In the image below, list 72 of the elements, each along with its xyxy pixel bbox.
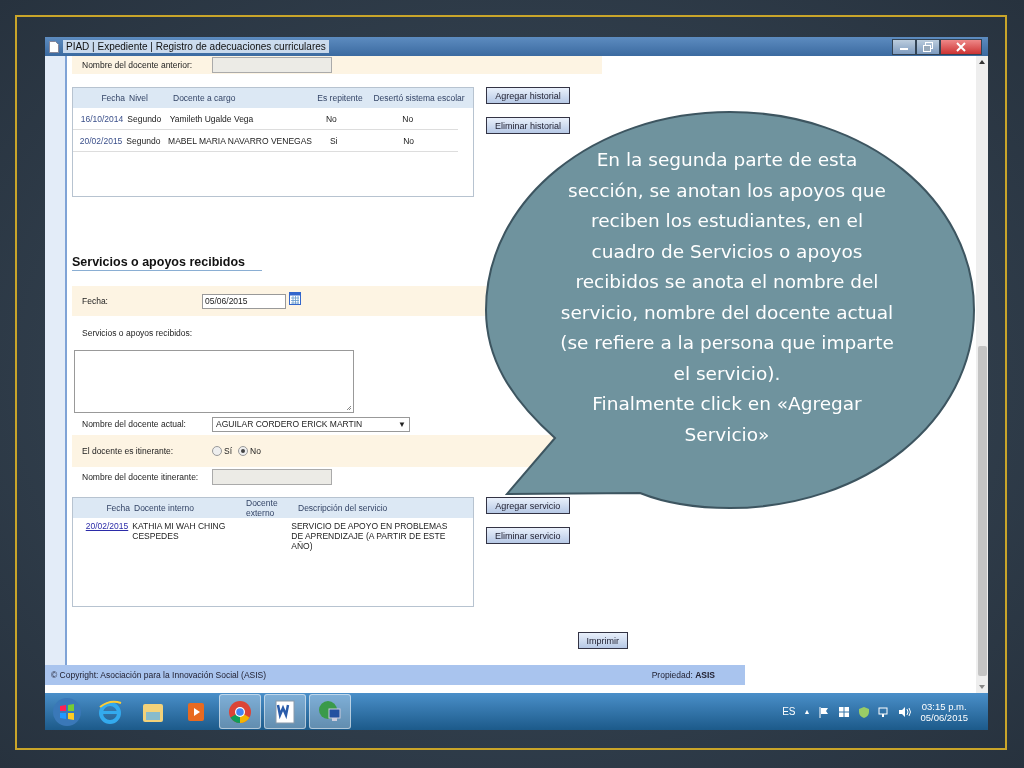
table-cell-text: Segundo xyxy=(127,113,163,124)
table-cell-text: No xyxy=(324,113,338,124)
document-icon xyxy=(49,40,59,53)
callout-text: Finalmente click en «Agregar Servicio» xyxy=(591,392,863,447)
browser-e-icon xyxy=(97,698,123,725)
scrollbar[interactable] xyxy=(976,56,988,693)
table-row[interactable]: 16/10/2014 Segundo Yamileth Ugalde Vega No No xyxy=(73,108,458,130)
media-player-icon xyxy=(185,700,207,723)
language-indicator[interactable]: ES xyxy=(782,706,796,717)
shield-icon[interactable] xyxy=(858,705,871,718)
column-header: Docente a cargo xyxy=(173,93,237,103)
print-button[interactable]: Imprimir xyxy=(577,632,628,649)
network-icon[interactable] xyxy=(878,705,891,718)
radio-option[interactable]: Sí xyxy=(212,446,233,456)
table-cell-text: 16/10/2014 xyxy=(79,113,125,124)
scroll-up-icon[interactable] xyxy=(978,59,986,65)
column-header: Docente interno xyxy=(134,503,195,513)
window-title: PIAD | Expediente | Registro de adecuaciones curriculares xyxy=(63,40,329,53)
copyright-text: © Copyright: Asociación para la Innovación Social (ASIS) xyxy=(51,670,267,680)
field-label: El docente es itinerante: xyxy=(82,446,175,456)
column-header: Nivel xyxy=(129,93,149,103)
minimize-button[interactable] xyxy=(892,38,916,55)
field-label: Nombre del docente actual: xyxy=(82,419,187,429)
table-cell-text: Yamileth Ugalde Vega xyxy=(169,113,255,124)
table-action-button[interactable]: Eliminar servicio xyxy=(486,527,570,544)
resize-grip-icon[interactable] xyxy=(346,405,352,411)
chrome-icon xyxy=(227,698,253,725)
speaker-icon[interactable] xyxy=(898,705,913,718)
clock-date: 05/06/2015 xyxy=(920,711,968,723)
flag-icon[interactable] xyxy=(818,705,831,718)
column-header: Fecha xyxy=(105,503,131,513)
table-cell-text: SERVICIO DE APOYO EN PROBLEMAS DE APRENDIZAJE (A PARTIR DE ESTE AÑO) xyxy=(291,521,449,551)
date-field[interactable]: 05/06/2015 xyxy=(202,293,286,309)
table-cell-text: 20/02/2015 xyxy=(78,135,124,146)
date-link[interactable]: 20/02/2015 xyxy=(73,521,133,531)
field-label: Fecha: xyxy=(82,296,109,306)
table-cell-text: No xyxy=(401,113,415,124)
property-text: Propiedad: ASIS xyxy=(651,670,715,680)
scroll-down-icon[interactable] xyxy=(978,684,986,690)
word-document-icon xyxy=(273,698,297,725)
table-cell-text: Segundo xyxy=(126,135,162,146)
column-header: Fecha xyxy=(100,93,126,103)
table-row[interactable]: 20/02/2015 Segundo MABEL MARIA NAVARRO VENEGAS Si No xyxy=(73,130,458,152)
column-header: Desertó sistema escolar xyxy=(372,93,466,103)
callout-text: En la segunda parte de esta sección, se anotan los apoyos que reciben los estudiantes, en el cuadro de Servicios o apoyos recibidos se anota el nombre del servicio, nombre del docente actual (se refiere a la persona que imparte el servicio). xyxy=(559,148,895,386)
calendar-icon[interactable] xyxy=(289,291,301,305)
table-row[interactable]: 20/02/2015 KATHIA MI WAH CHING CESPEDES SERVICIO DE APOYO EN PROBLEMAS DE APRENDIZAJE (A PARTIR DE ESTE AÑO) xyxy=(73,518,458,551)
field-label: Nombre del docente anterior: xyxy=(82,60,194,70)
radio-option[interactable]: No xyxy=(238,446,261,456)
restore-button[interactable] xyxy=(916,38,940,55)
table-cell-text: KATHIA MI WAH CHING CESPEDES xyxy=(132,521,227,541)
field-label: Servicios o apoyos recibidos: xyxy=(82,328,193,338)
taskbar-app-button[interactable] xyxy=(309,694,351,729)
teacher-dropdown[interactable]: AGUILAR CORDERO ERICK MARTIN ▼ xyxy=(212,416,410,432)
section-title: Servicios o apoyos recibidos xyxy=(72,255,262,271)
taskbar-app-button[interactable] xyxy=(219,694,261,729)
restore-icon xyxy=(923,41,933,52)
column-header: Descripción del servicio xyxy=(298,503,389,513)
close-icon xyxy=(956,41,966,52)
taskbar-app-button[interactable] xyxy=(264,694,306,729)
table-action-button[interactable]: Eliminar historial xyxy=(486,117,571,134)
column-header: Es repitente xyxy=(316,93,364,103)
windows-flag-icon[interactable] xyxy=(838,705,851,718)
text-area[interactable] xyxy=(74,350,354,413)
table-action-button[interactable]: Agregar historial xyxy=(486,87,571,104)
windows-logo-icon xyxy=(52,696,82,727)
table-action-button[interactable]: Agregar servicio xyxy=(486,497,570,514)
table-cell-text: No xyxy=(402,135,416,146)
field-label: Nombre del docente itinerante: xyxy=(82,472,200,482)
clock-time: 03:15 p.m. xyxy=(921,700,967,712)
close-button[interactable] xyxy=(940,38,982,55)
column-header: Docente externo xyxy=(246,498,279,518)
